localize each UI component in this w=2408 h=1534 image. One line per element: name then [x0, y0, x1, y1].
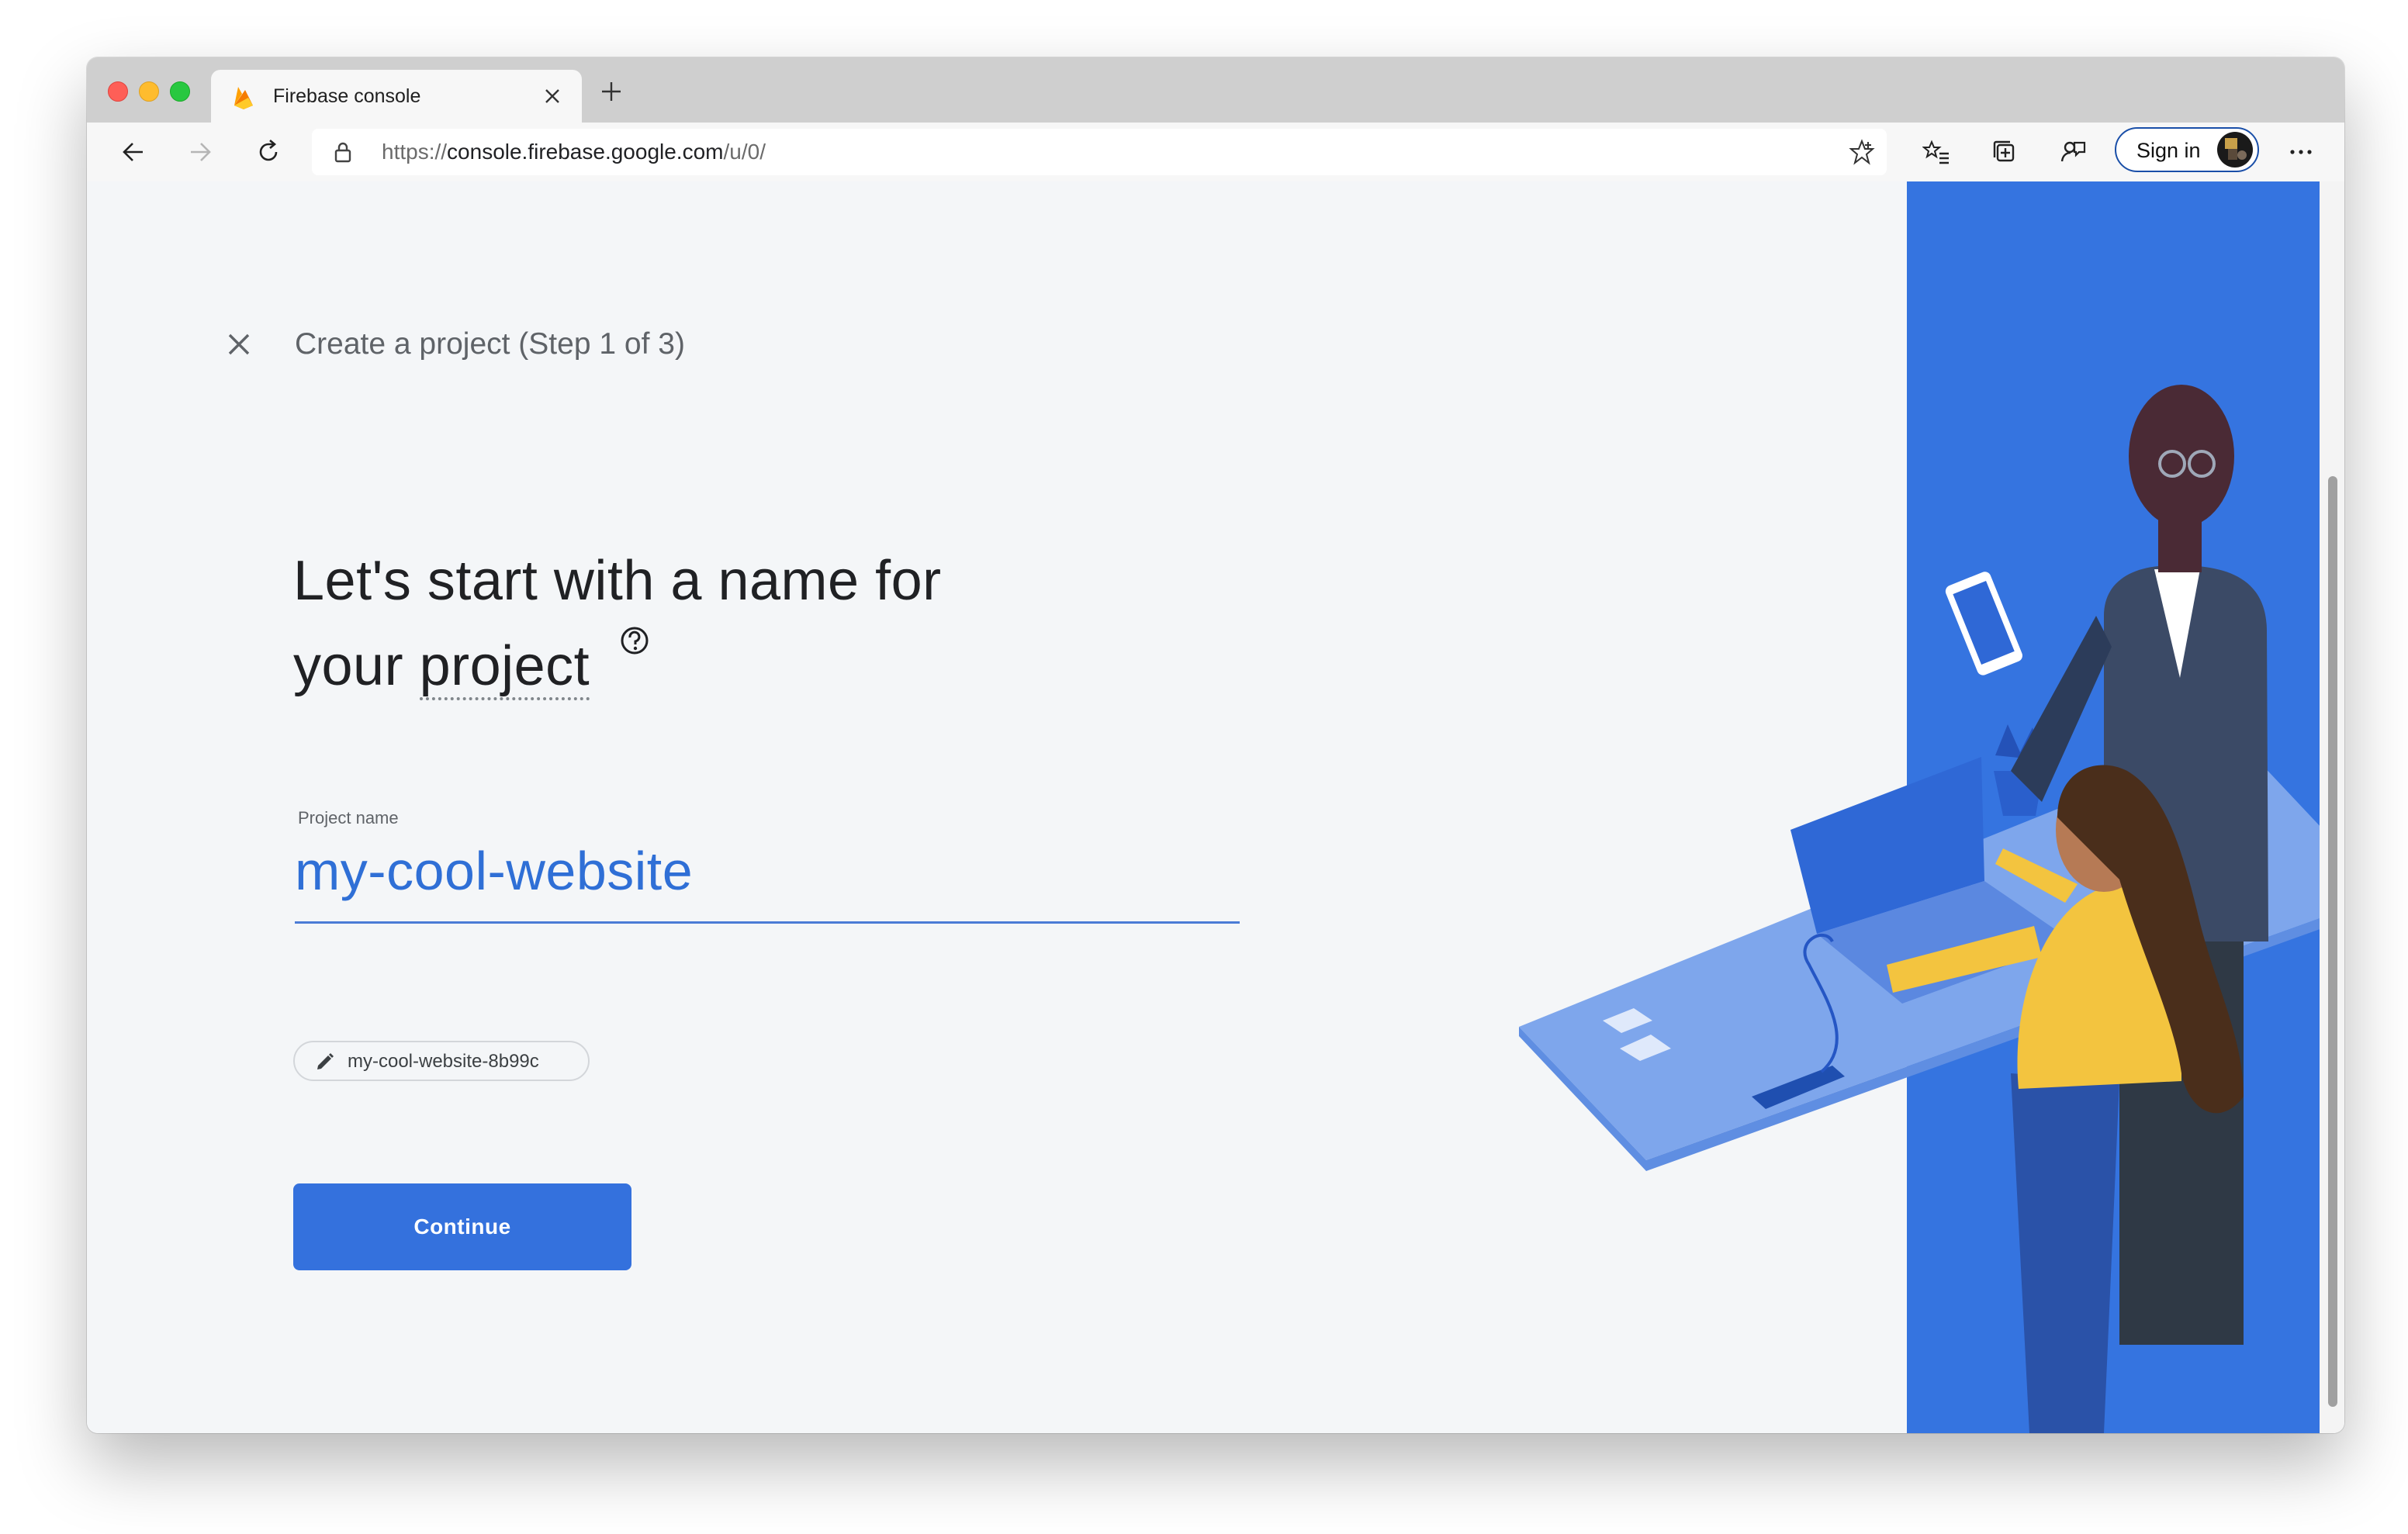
headline-line-1: Let's start with a name for: [293, 550, 942, 612]
continue-button[interactable]: Continue: [293, 1183, 631, 1270]
url-path: /u/0/: [723, 140, 766, 164]
browser-toolbar: https://console.firebase.google.com/u/0/…: [87, 123, 2344, 182]
url-text: https://console.firebase.google.com/u/0/: [382, 140, 766, 164]
favorites-icon[interactable]: [1918, 133, 1955, 171]
forward-icon[interactable]: [182, 133, 219, 171]
tab-firebase-console[interactable]: Firebase console: [211, 70, 582, 123]
tab-title: Firebase console: [273, 85, 421, 107]
page-content: Create a project (Step 1 of 3) Let's sta…: [87, 181, 2344, 1433]
project-id-chip[interactable]: my-cool-website-8b99c: [293, 1041, 590, 1081]
close-window-button[interactable]: [108, 81, 128, 102]
tab-strip: Firebase console: [87, 57, 2344, 123]
step-title: Create a project (Step 1 of 3): [295, 327, 685, 361]
address-bar[interactable]: https://console.firebase.google.com/u/0/: [312, 129, 1887, 175]
headline-prefix: your: [293, 635, 420, 697]
back-icon[interactable]: [115, 133, 152, 171]
page-scrollbar[interactable]: [2320, 181, 2344, 1433]
project-term-link[interactable]: project: [419, 635, 590, 700]
scrollbar-thumb[interactable]: [2328, 476, 2337, 1407]
edit-pencil-icon: [317, 1053, 334, 1069]
sign-in-button[interactable]: Sign in: [2115, 127, 2259, 172]
new-tab-icon[interactable]: [594, 74, 628, 109]
project-name-input[interactable]: [295, 828, 1240, 924]
favorite-star-icon[interactable]: [1846, 136, 1877, 168]
profile-avatar: [2217, 132, 2253, 168]
help-icon[interactable]: [619, 625, 650, 656]
firebase-icon: [234, 87, 253, 109]
workspace-illustration: [1519, 181, 2334, 1433]
project-name-label: Project name: [298, 808, 399, 827]
browser-window: Firebase console https://console.firebas…: [87, 57, 2344, 1433]
url-host: console.firebase.google.com: [447, 140, 724, 164]
more-icon[interactable]: [2282, 133, 2320, 171]
tab-close-icon[interactable]: [537, 81, 568, 112]
lock-icon: [334, 142, 351, 163]
refresh-icon[interactable]: [250, 133, 287, 171]
sign-in-label: Sign in: [2136, 139, 2201, 162]
project-id-text: my-cool-website-8b99c: [348, 1051, 539, 1072]
page-headline: Let's start with a name for your project: [293, 538, 1147, 709]
minimize-window-button[interactable]: [139, 81, 159, 102]
collections-icon[interactable]: [1986, 133, 2023, 171]
url-scheme: https://: [382, 140, 448, 164]
zoom-window-button[interactable]: [170, 81, 190, 102]
feedback-icon[interactable]: [2054, 133, 2091, 171]
close-wizard-icon[interactable]: [220, 326, 258, 363]
headline-line-2: your project: [293, 624, 1147, 709]
